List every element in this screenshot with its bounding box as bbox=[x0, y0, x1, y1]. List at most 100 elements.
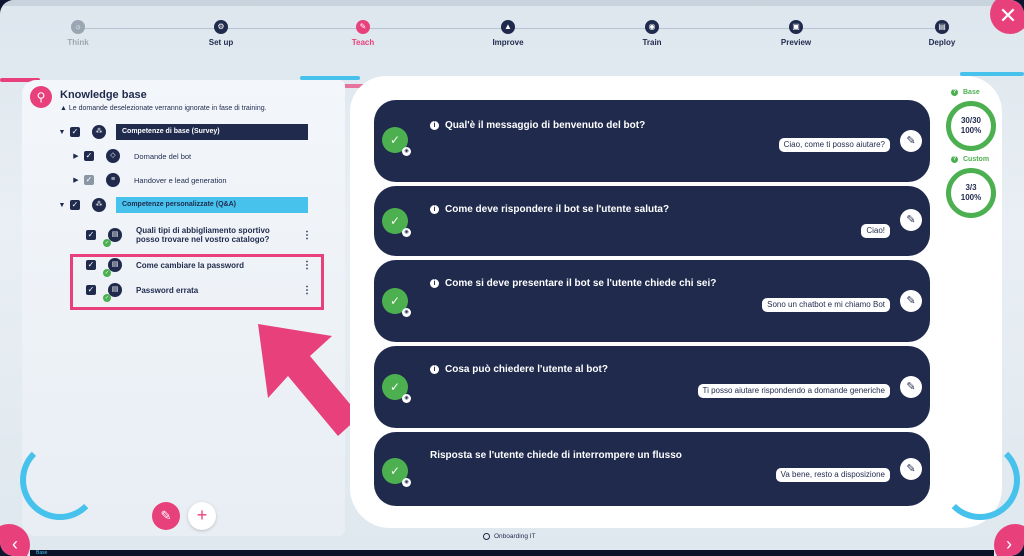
tree-group-custom[interactable]: ▼ ✓ ⁂ Competenze personalizzate (Q&A) bbox=[58, 196, 308, 214]
caret-down-icon[interactable]: ▼ bbox=[58, 202, 66, 209]
qa-list-panel: ✓ ◉ i Qual'è il messaggio di benvenuto del… bbox=[350, 76, 1002, 528]
pencil-icon: ✎ bbox=[906, 135, 916, 147]
question-text: Come deve rispondere il bot se l'utente … bbox=[445, 204, 670, 215]
caret-right-icon[interactable]: ▶ bbox=[72, 152, 80, 160]
qa-card[interactable]: ✓ ◉ i Come si deve presentare il bot se l'… bbox=[374, 260, 930, 342]
plus-icon: + bbox=[196, 505, 208, 525]
project-label: Onboarding IT bbox=[483, 533, 536, 540]
pencil-icon: ✎ bbox=[906, 463, 916, 475]
stat-base-ring: 30/30 100% bbox=[946, 101, 996, 151]
pencil-icon: ✎ bbox=[160, 508, 172, 523]
tree-item-abbigliamento[interactable]: ✓ ▤ ✓ Quali tipi di abbigliamento sportiv… bbox=[82, 223, 342, 247]
eye-icon: ◉ bbox=[402, 478, 411, 487]
check-circle-icon: ✓ ◉ bbox=[382, 458, 411, 487]
question-text: Risposta se l'utente chiede di interromp… bbox=[430, 450, 682, 461]
qa-card[interactable]: ✓ ◉ i Come deve rispondere il bot se l'ute… bbox=[374, 186, 930, 256]
stat-base-label: ? Base bbox=[951, 89, 980, 96]
eye-icon: ◉ bbox=[402, 228, 411, 237]
step-teach[interactable]: ✎ Teach bbox=[323, 20, 403, 47]
search-icon[interactable]: ⚲ bbox=[30, 86, 52, 108]
qa-icon: ▤ ✓ bbox=[103, 228, 122, 247]
question-text: Qual'è il messaggio di benvenuto del bot… bbox=[445, 120, 646, 131]
card-question: i Come si deve presentare il bot se l'ute… bbox=[430, 278, 716, 289]
bulb-icon: ☼ bbox=[71, 20, 85, 34]
chevron-left-icon: ‹ bbox=[12, 534, 18, 554]
step-deploy[interactable]: ▤ Deploy bbox=[902, 20, 982, 47]
card-answer: Sono un chatbot e mi chiamo Bot bbox=[762, 298, 890, 312]
tree-group-base[interactable]: ▼ ✓ ⁂ Competenze di base (Survey) bbox=[58, 123, 308, 141]
stat-count: 30/30 bbox=[960, 116, 982, 125]
panel-title: Knowledge base bbox=[60, 89, 147, 101]
next-button[interactable]: › bbox=[994, 524, 1024, 556]
progress-stepper: ☼ Think ⚙ Set up ✎ Teach ▲ Improve ◉ Tra… bbox=[20, 16, 1000, 56]
question-text: Cosa può chiedere l'utente al bot? bbox=[445, 364, 608, 375]
check-circle-icon: ✓ ◉ bbox=[382, 288, 411, 317]
caret-right-icon[interactable]: ▶ bbox=[72, 176, 80, 184]
preview-icon: ▣ bbox=[789, 20, 803, 34]
step-label: Improve bbox=[492, 38, 524, 47]
help-icon: ? bbox=[951, 156, 958, 163]
group-checkbox[interactable]: ✓ bbox=[70, 127, 80, 137]
app-frame: ☼ Think ⚙ Set up ✎ Teach ▲ Improve ◉ Tra… bbox=[0, 0, 1024, 556]
gear-icon: ⚙ bbox=[214, 20, 228, 34]
check-badge-icon: ✓ bbox=[103, 239, 111, 247]
edit-card-button[interactable]: ✎ bbox=[900, 130, 922, 152]
item-label: Domande del bot bbox=[134, 151, 192, 161]
card-question: i Qual'è il messaggio di benvenuto del bo… bbox=[430, 120, 645, 131]
tree-item-handover[interactable]: ▶ ✓ ≡ Handover e lead generation bbox=[72, 171, 227, 189]
edit-card-button[interactable]: ✎ bbox=[900, 458, 922, 480]
info-icon: i bbox=[430, 279, 439, 288]
pencil-icon: ✎ bbox=[906, 295, 916, 307]
close-icon: ✕ bbox=[998, 3, 1018, 28]
caret-down-icon[interactable]: ▼ bbox=[58, 129, 66, 136]
flow-icon: ◇ bbox=[106, 149, 120, 163]
eye-icon: ◉ bbox=[402, 394, 411, 403]
tree-item-domande[interactable]: ▶ ✓ ◇ Domande del bot bbox=[72, 147, 191, 165]
item-checkbox[interactable]: ✓ bbox=[86, 230, 96, 240]
item-checkbox[interactable]: ✓ bbox=[84, 151, 94, 161]
step-preview[interactable]: ▣ Preview bbox=[756, 20, 836, 47]
card-question: i Come deve rispondere il bot se l'utente… bbox=[430, 204, 669, 215]
item-label-group: Quali tipi di abbigliamento sportivo pos… bbox=[122, 226, 270, 244]
tree-node-icon: ⁂ bbox=[92, 125, 106, 139]
check-circle-icon: ✓ ◉ bbox=[382, 127, 411, 156]
edit-card-button[interactable]: ✎ bbox=[900, 376, 922, 398]
step-label: Train bbox=[642, 38, 662, 47]
pencil-icon: ✎ bbox=[356, 20, 370, 34]
stat-count: 3/3 bbox=[965, 183, 977, 192]
step-set-up[interactable]: ⚙ Set up bbox=[181, 20, 261, 47]
qa-card[interactable]: ✓ ◉ Risposta se l'utente chiede di interr… bbox=[374, 432, 930, 506]
edit-card-button[interactable]: ✎ bbox=[900, 290, 922, 312]
group-checkbox[interactable]: ✓ bbox=[70, 200, 80, 210]
step-label: Teach bbox=[351, 38, 375, 47]
deploy-icon: ▤ bbox=[935, 20, 949, 34]
step-improve[interactable]: ▲ Improve bbox=[468, 20, 548, 47]
chevron-right-icon: › bbox=[1006, 534, 1012, 554]
item-checkbox[interactable]: ✓ bbox=[84, 175, 94, 185]
question-text: Come si deve presentare il bot se l'uten… bbox=[445, 278, 717, 289]
stat-percent: 100% bbox=[960, 193, 982, 202]
qa-card[interactable]: ✓ ◉ i Cosa può chiedere l'utente al bot? T… bbox=[374, 346, 930, 428]
step-train[interactable]: ◉ Train bbox=[612, 20, 692, 47]
step-think[interactable]: ☼ Think bbox=[38, 20, 118, 47]
info-icon: i bbox=[430, 365, 439, 374]
eye-icon: ◉ bbox=[402, 147, 411, 156]
project-name: Onboarding IT bbox=[494, 533, 536, 540]
step-label: Think bbox=[67, 38, 89, 47]
more-options-icon[interactable]: ⋮ bbox=[302, 230, 312, 241]
edit-card-button[interactable]: ✎ bbox=[900, 209, 922, 231]
step-label: Set up bbox=[208, 38, 234, 47]
stat-custom-label: ? Custom bbox=[951, 156, 989, 163]
card-question: Risposta se l'utente chiede di interromp… bbox=[430, 450, 682, 461]
bottom-strip: Base bbox=[30, 550, 994, 556]
stat-label-text: Base bbox=[963, 89, 980, 96]
qa-card[interactable]: ✓ ◉ i Qual'è il messaggio di benvenuto del… bbox=[374, 100, 930, 182]
group-label: Competenze personalizzate (Q&A) bbox=[116, 197, 308, 213]
add-button[interactable]: + bbox=[188, 502, 216, 530]
edit-button[interactable]: ✎ bbox=[152, 502, 180, 530]
step-label: Deploy bbox=[928, 38, 956, 47]
info-icon: i bbox=[430, 205, 439, 214]
decor-arc bbox=[20, 440, 100, 520]
pencil-icon: ✎ bbox=[906, 214, 916, 226]
card-answer: Va bene, resto a disposizione bbox=[775, 468, 890, 482]
